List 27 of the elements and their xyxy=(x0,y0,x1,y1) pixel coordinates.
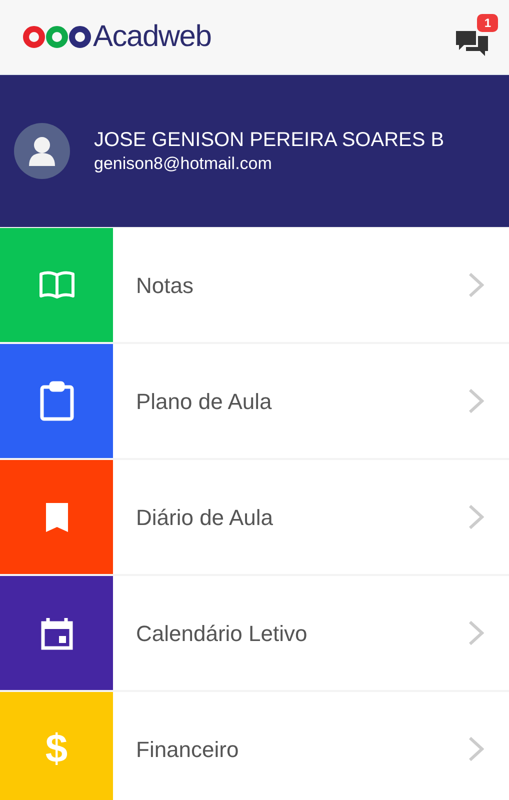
menu-label: Diário de Aula xyxy=(136,504,274,532)
messages-button[interactable]: 1 xyxy=(456,14,498,60)
user-email: genison8@hotmail.com xyxy=(94,153,273,175)
book-icon xyxy=(38,270,74,300)
chat-icon xyxy=(456,29,488,57)
menu-item[interactable]: $ Financeiro xyxy=(0,692,509,800)
user-name: JOSE GENISON PEREIRA SOARES B xyxy=(94,128,444,153)
menu-item[interactable]: Plano de Aula xyxy=(0,344,509,458)
dollar-icon: $ xyxy=(45,729,68,769)
menu-label: Plano de Aula xyxy=(136,388,273,416)
chevron-right-icon xyxy=(468,736,484,762)
menu-label: Notas xyxy=(136,272,194,300)
chevron-right-icon xyxy=(468,620,484,646)
bookmark-icon xyxy=(44,501,70,533)
menu-item[interactable]: Notas xyxy=(0,228,509,342)
chevron-right-icon xyxy=(468,272,484,298)
notification-badge: 1 xyxy=(477,14,498,32)
chevron-right-icon xyxy=(468,388,484,414)
chevron-right-icon xyxy=(468,504,484,530)
logo-icon xyxy=(23,24,91,50)
menu-label: Financeiro xyxy=(136,736,240,764)
calendar-icon xyxy=(40,616,74,650)
logo-text: Acadweb xyxy=(93,22,212,52)
menu-item[interactable]: Calendário Letivo xyxy=(0,576,509,690)
menu-label: Calendário Letivo xyxy=(136,620,308,648)
clipboard-icon xyxy=(40,381,74,421)
menu-item[interactable]: Diário de Aula xyxy=(0,460,509,574)
